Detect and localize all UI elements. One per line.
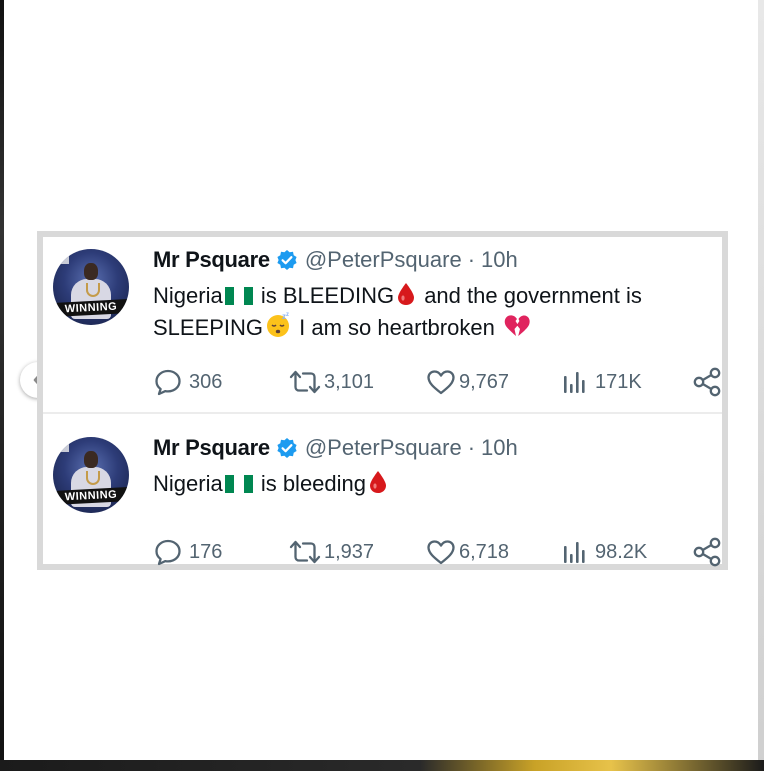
- views-count: 171K: [595, 370, 642, 393]
- retweet-button[interactable]: 1,937: [288, 536, 374, 568]
- timestamp[interactable]: 10h: [481, 247, 518, 273]
- views-icon: [564, 372, 585, 393]
- share-icon: [693, 537, 721, 567]
- svg-text:z: z: [286, 312, 289, 318]
- reply-count: 306: [189, 370, 223, 393]
- heart-icon: [427, 370, 455, 395]
- bottom-background-strip: [0, 760, 764, 771]
- views-button[interactable]: 171K: [561, 366, 642, 398]
- tweet-1: WINNING Mr Psquare @PeterPsquare · 10h N…: [43, 237, 722, 412]
- avatar-badge-text: WINNING: [53, 487, 129, 505]
- verified-badge-icon: [277, 250, 297, 270]
- blood-drop-icon: [370, 471, 387, 493]
- retweet-count: 3,101: [324, 370, 375, 393]
- tweet-actions: 176 1,937 6,718 98.2K: [153, 536, 723, 568]
- right-edge: [758, 0, 764, 771]
- tweet-text: Nigeria is bleeding: [153, 468, 713, 500]
- avatar-badge-text: WINNING: [53, 299, 129, 317]
- heart-icon: [427, 540, 455, 565]
- like-button[interactable]: 6,718: [425, 536, 509, 568]
- nigeria-flag-icon: [224, 475, 253, 493]
- retweet-button[interactable]: 3,101: [288, 366, 374, 398]
- tweet-screenshot-card: WINNING Mr Psquare @PeterPsquare · 10h N…: [37, 231, 728, 570]
- like-button[interactable]: 9,767: [425, 366, 509, 398]
- broken-heart-icon: [504, 315, 530, 336]
- tweet-actions: 306 3,101 9,767 171K: [153, 366, 723, 398]
- avatar[interactable]: WINNING: [53, 437, 129, 513]
- share-icon: [693, 367, 721, 397]
- sleepy-face-icon: zz: [267, 312, 290, 337]
- reply-icon: [155, 369, 181, 396]
- user-handle[interactable]: @PeterPsquare: [305, 435, 462, 461]
- like-count: 6,718: [459, 540, 510, 563]
- display-name[interactable]: Mr Psquare: [153, 435, 270, 461]
- retweet-icon: [289, 370, 321, 394]
- tweet-text-segment: is bleeding: [254, 471, 367, 496]
- reply-count: 176: [189, 540, 223, 563]
- separator-dot: ·: [467, 435, 476, 460]
- views-button[interactable]: 98.2K: [561, 536, 647, 568]
- reply-icon: [155, 539, 181, 566]
- tweet-header: Mr Psquare @PeterPsquare · 10h: [153, 246, 518, 274]
- tweet-text-segment: Nigeria: [153, 283, 223, 308]
- like-count: 9,767: [459, 370, 510, 393]
- reply-button[interactable]: 306: [153, 366, 222, 398]
- user-handle[interactable]: @PeterPsquare: [305, 247, 462, 273]
- tweet-2: WINNING Mr Psquare @PeterPsquare · 10h N…: [43, 414, 722, 570]
- retweet-count: 1,937: [324, 540, 375, 563]
- nigeria-flag-icon: [224, 287, 253, 305]
- tweet-text-segment: I am so heartbroken: [293, 315, 501, 340]
- share-button[interactable]: [691, 536, 723, 568]
- tweet-text-segment: is BLEEDING: [254, 283, 395, 308]
- tweet-text: Nigeria is BLEEDING and the government i…: [153, 280, 713, 344]
- retweet-icon: [289, 540, 321, 564]
- views-icon: [564, 542, 585, 563]
- views-count: 98.2K: [595, 540, 648, 563]
- verified-badge-icon: [277, 438, 297, 458]
- share-button[interactable]: [691, 366, 723, 398]
- avatar[interactable]: WINNING: [53, 249, 129, 325]
- timestamp[interactable]: 10h: [481, 435, 518, 461]
- reply-button[interactable]: 176: [153, 536, 222, 568]
- tweet-header: Mr Psquare @PeterPsquare · 10h: [153, 434, 518, 462]
- separator-dot: ·: [467, 247, 476, 272]
- blood-drop-icon: [398, 283, 415, 305]
- display-name[interactable]: Mr Psquare: [153, 247, 270, 273]
- tweet-text-segment: Nigeria: [153, 471, 223, 496]
